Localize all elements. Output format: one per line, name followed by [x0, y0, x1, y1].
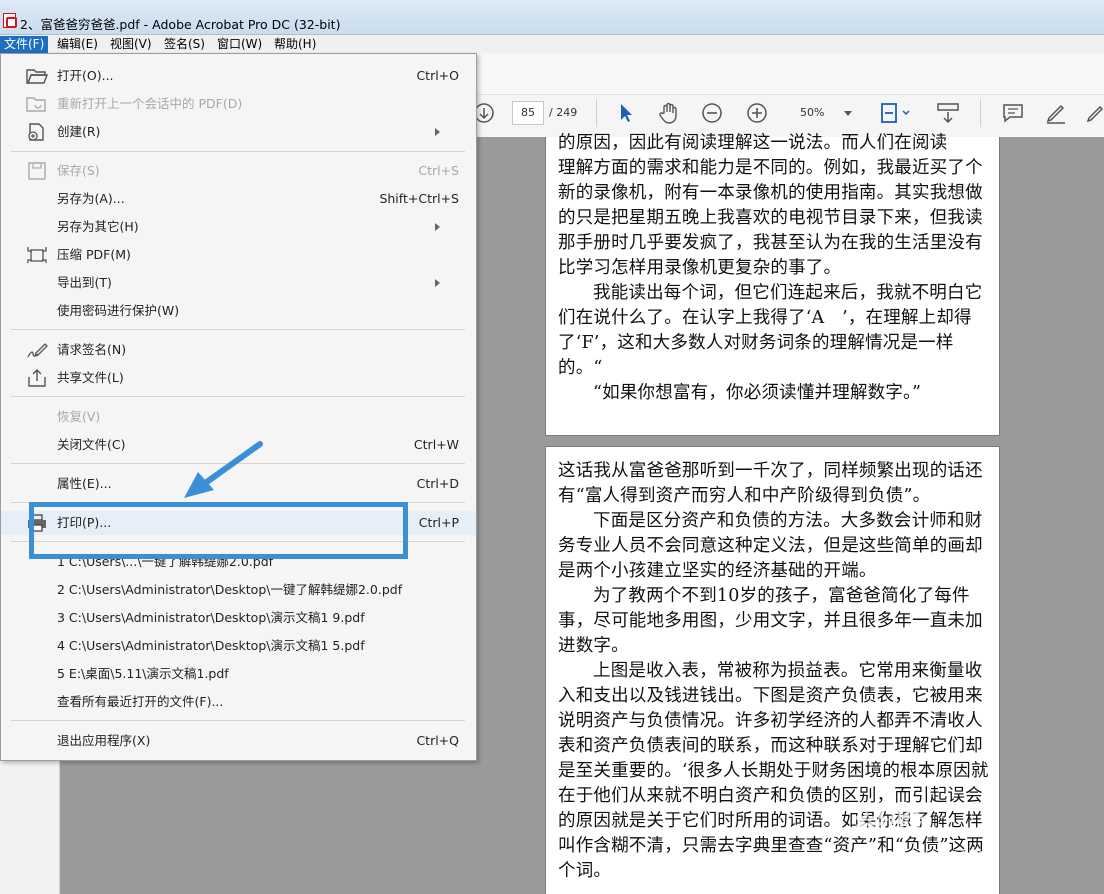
- zoom-out-icon[interactable]: [700, 100, 724, 126]
- menu-item-label: 属性(E)...: [57, 476, 112, 491]
- menu-item-label: 使用密码进行保护(W): [57, 303, 180, 318]
- menu-item-shortcut: Shift+Ctrl+S: [379, 191, 459, 206]
- menu-sign[interactable]: 签名(S): [160, 36, 209, 53]
- menu-item-revert[interactable]: 恢复(V): [1, 405, 476, 429]
- menu-item-recent-5[interactable]: 5 E:\桌面\5.11\演示文稿1.pdf: [1, 662, 476, 686]
- menu-item-label: 创建(R): [57, 124, 101, 139]
- menu-item-shortcut: Ctrl+D: [416, 476, 459, 491]
- page-number-input[interactable]: 85: [512, 101, 544, 125]
- page-paragraph: 的原因，因此有阅读理解这一说法。而人们在阅读: [558, 133, 948, 153]
- page-paragraph: “如果你想富有，你必须读懂并理解数字。”: [593, 383, 922, 403]
- menu-item-save-as[interactable]: 另存为(A)... Shift+Ctrl+S: [1, 187, 476, 211]
- menu-item-protect[interactable]: 使用密码进行保护(W): [1, 299, 476, 323]
- page-paragraph: 这话我从富爸爸那听到一千次了，同样频繁出现的话还有“富人得到资产而穷人和中产阶级…: [558, 461, 983, 506]
- menu-item-request-sign[interactable]: 请求签名(N): [1, 338, 476, 362]
- submenu-arrow-icon: [435, 223, 444, 231]
- menu-item-label: 打开(O)...: [57, 68, 114, 83]
- select-tool-icon[interactable]: [614, 100, 638, 126]
- page-paragraph: 理解方面的需求和能力是不同的。例如，我最近买了个新的录像机，附有一本录像机的使用…: [558, 158, 983, 278]
- submenu-arrow-icon: [435, 279, 444, 287]
- signature-pen-icon: [27, 343, 48, 358]
- save-icon: [28, 162, 46, 180]
- page-paragraph: 下面是区分资产和负债的方法。大多数会计师和财务专业人员不会同意这种定义法，但是这…: [558, 511, 983, 581]
- zoom-in-icon[interactable]: [745, 100, 769, 126]
- hand-tool-icon[interactable]: [655, 100, 683, 126]
- menu-help[interactable]: 帮助(H): [270, 36, 320, 53]
- share-upload-icon: [28, 369, 46, 387]
- menu-item-create[interactable]: 创建(R): [1, 120, 476, 144]
- menu-item-open[interactable]: 打开(O)... Ctrl+O: [1, 64, 476, 88]
- file-menu-dropdown: 打开(O)... Ctrl+O 重新打开上一个会话中的 PDF(D) 创建(R)…: [0, 53, 477, 761]
- menu-item-label: 导出到(T): [57, 275, 112, 290]
- watermark-text: 经验: [855, 803, 923, 843]
- comment-icon[interactable]: [1000, 100, 1026, 126]
- folder-open-icon: [26, 69, 48, 84]
- document-page: 的原因，因此有阅读理解这一说法。而人们在阅读 理解方面的需求和能力是不同的。例如…: [545, 133, 1000, 436]
- menu-window[interactable]: 窗口(W): [213, 36, 266, 53]
- menu-item-label: 重新打开上一个会话中的 PDF(D): [57, 96, 243, 111]
- menu-item-recent-2[interactable]: 2 C:\Users\Administrator\Desktop\一键了解韩缇娜…: [1, 578, 476, 602]
- zoom-select[interactable]: 50%: [790, 101, 858, 125]
- menu-item-label: 5 E:\桌面\5.11\演示文稿1.pdf: [57, 666, 229, 681]
- menu-item-label: 保存(S): [57, 163, 100, 178]
- menu-item-shortcut: Ctrl+W: [413, 437, 459, 452]
- menu-item-shortcut: Ctrl+O: [416, 68, 459, 83]
- menu-item-label: 压缩 PDF(M): [57, 247, 131, 262]
- menu-item-label: 3 C:\Users\Administrator\Desktop\演示文稿1 9…: [57, 610, 365, 625]
- menu-separator: [11, 151, 465, 152]
- highlight-pen-icon[interactable]: [1043, 100, 1069, 126]
- menu-separator: [11, 396, 465, 397]
- watermark-subtext: com: [948, 845, 987, 866]
- menu-item-label: 另存为(A)...: [57, 191, 125, 206]
- menu-item-label: 2 C:\Users\Administrator\Desktop\一键了解韩缇娜…: [57, 582, 403, 597]
- reopen-icon: [26, 97, 46, 112]
- page-total: / 249: [549, 106, 578, 119]
- menu-item-recent-3[interactable]: 3 C:\Users\Administrator\Desktop\演示文稿1 9…: [1, 606, 476, 630]
- menu-item-compress[interactable]: 压缩 PDF(M): [1, 243, 476, 267]
- document-page: 这话我从富爸爸那听到一千次了，同样频繁出现的话还有“富人得到资产而穷人和中产阶级…: [545, 446, 1000, 894]
- menu-item-label: 查看所有最近打开的文件(F)...: [57, 694, 224, 709]
- menu-item-shortcut: Ctrl+S: [418, 163, 459, 178]
- menu-item-save[interactable]: 保存(S) Ctrl+S: [1, 159, 476, 183]
- scroll-mode-icon[interactable]: [934, 100, 962, 126]
- menu-item-share[interactable]: 共享文件(L): [1, 366, 476, 390]
- submenu-arrow-icon: [435, 128, 444, 136]
- menu-item-shortcut: Ctrl+Q: [416, 733, 459, 748]
- menu-item-reopen[interactable]: 重新打开上一个会话中的 PDF(D): [1, 92, 476, 116]
- window-title: 2、富爸爸穷爸爸.pdf - Adobe Acrobat Pro DC (32-…: [20, 17, 341, 32]
- page-paragraph: 为了教两个不到10岁的孩子，富爸爸简化了每件事，尽可能地多用图，少用文字，并且很…: [558, 586, 983, 656]
- menu-item-exit[interactable]: 退出应用程序(X) Ctrl+Q: [1, 729, 476, 753]
- menu-item-shortcut: Ctrl+P: [418, 515, 459, 530]
- menu-item-export[interactable]: 导出到(T): [1, 271, 476, 295]
- menu-file[interactable]: 文件(F): [0, 36, 49, 53]
- acrobat-logo-icon: [3, 13, 17, 28]
- menu-item-save-as-other[interactable]: 另存为其它(H): [1, 215, 476, 239]
- menu-item-label: 关闭文件(C): [57, 437, 126, 452]
- menu-separator: [11, 720, 465, 721]
- menu-item-label: 恢复(V): [57, 409, 101, 424]
- menu-item-view-all-recent[interactable]: 查看所有最近打开的文件(F)...: [1, 690, 476, 714]
- menu-edit[interactable]: 编辑(E): [53, 36, 102, 53]
- toolbar-separator: [596, 99, 597, 127]
- menu-item-label: 另存为其它(H): [57, 219, 139, 234]
- page-paragraph: 我能读出每个词，但它们连起来后，我就不明白它们在说什么了。在认字上我得了‘A ’…: [558, 283, 983, 378]
- fit-page-icon[interactable]: [878, 100, 914, 126]
- menu-item-recent-4[interactable]: 4 C:\Users\Administrator\Desktop\演示文稿1 5…: [1, 634, 476, 658]
- toolbar-separator: [980, 99, 981, 127]
- menu-bar: 文件(F) 编辑(E) 视图(V) 签名(S) 窗口(W) 帮助(H): [0, 35, 1104, 53]
- menu-item-label: 4 C:\Users\Administrator\Desktop\演示文稿1 5…: [57, 638, 365, 653]
- create-pdf-icon: [28, 123, 44, 141]
- menu-item-label: 退出应用程序(X): [57, 733, 151, 748]
- annotation-arrow-icon: [184, 441, 263, 498]
- page-paragraph: 上图是收入表，常被称为损益表。它常用来衡量收入和支出以及钱进钱出。下图是资产负债…: [558, 661, 989, 881]
- draw-icon[interactable]: [1084, 100, 1104, 126]
- menu-item-label: 共享文件(L): [57, 370, 124, 385]
- menu-item-label: 请求签名(N): [57, 342, 127, 357]
- compress-pdf-icon: [27, 247, 47, 263]
- menu-separator: [11, 329, 465, 330]
- annotation-highlight-box: [29, 502, 408, 559]
- menu-view[interactable]: 视图(V): [106, 36, 156, 53]
- title-bar: 2、富爸爸穷爸爸.pdf - Adobe Acrobat Pro DC (32-…: [0, 0, 1104, 35]
